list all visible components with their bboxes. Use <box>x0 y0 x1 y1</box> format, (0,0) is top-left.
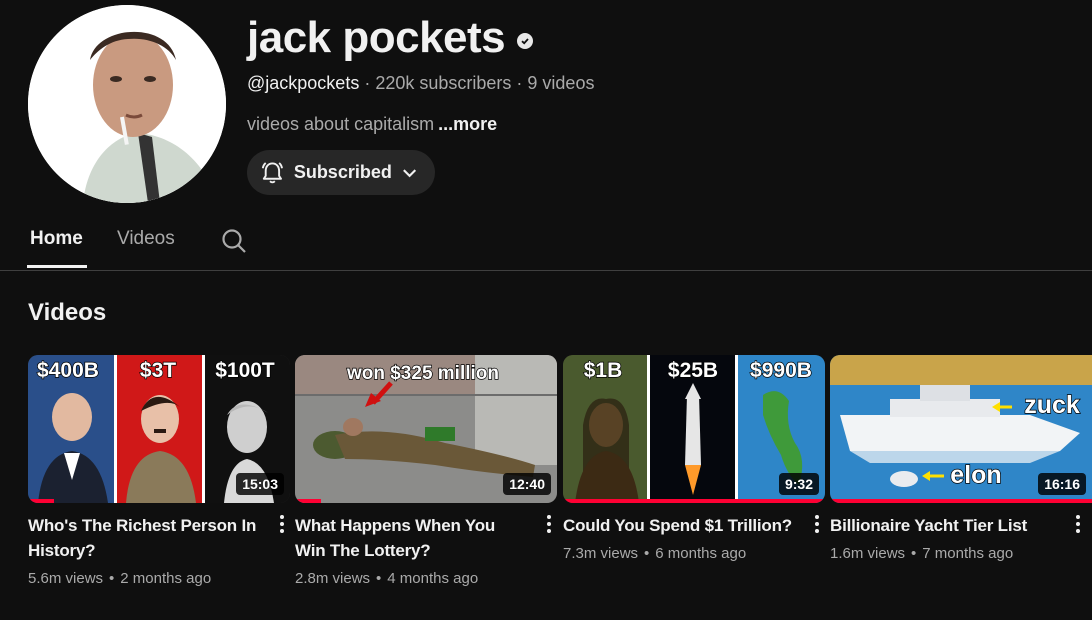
subscriber-count: 220k subscribers <box>375 73 512 93</box>
video-card[interactable]: won $325 million 12:40 What Happens When… <box>295 355 557 589</box>
watch-progress-bar <box>295 499 322 503</box>
active-tab-indicator <box>27 265 87 268</box>
upload-age: 2 months ago <box>120 570 212 587</box>
view-count: 7.3m views <box>563 545 639 562</box>
video-card[interactable]: $400B $3T $100T 15:03 Who's The Richest … <box>28 355 290 589</box>
subscribed-label: Subscribed <box>293 162 392 182</box>
video-stats: 5.6m views • 2 months ago <box>28 570 212 587</box>
channel-tabs: Home Videos <box>0 215 1092 271</box>
watch-progress-bar <box>28 499 55 503</box>
video-title[interactable]: Could You Spend $1 Trillion? <box>563 513 795 538</box>
upload-age: 4 months ago <box>387 570 479 587</box>
thumb-label-2: $3T <box>140 359 176 382</box>
section-title: Videos <box>28 299 107 326</box>
video-card[interactable]: $1B $25B $990B 9:32 Could You Spend $1 T… <box>563 355 825 564</box>
channel-name: jack pockets <box>247 13 506 62</box>
video-duration: 12:40 <box>503 473 551 495</box>
thumb-label-2: elon <box>950 461 1001 489</box>
video-duration: 9:32 <box>778 473 819 495</box>
video-stats: 1.6m views • 7 months ago <box>830 545 1014 562</box>
video-thumbnail[interactable]: $1B $25B $990B 9:32 <box>563 355 825 503</box>
video-count: 9 videos <box>527 73 595 93</box>
kebab-menu-icon[interactable] <box>807 511 827 537</box>
chevron-down-icon <box>402 168 416 177</box>
channel-meta: @jackpockets · 220k subscribers · 9 videos <box>247 73 595 93</box>
thumb-label-1: $400B <box>37 359 99 382</box>
channel-description[interactable]: videos about capitalism ...more <box>247 113 497 135</box>
video-title[interactable]: What Happens When You Win The Lottery? <box>295 513 527 563</box>
view-count: 5.6m views <box>28 570 104 587</box>
thumb-label-3: $990B <box>750 359 812 382</box>
video-duration: 15:03 <box>236 473 284 495</box>
watch-progress-bar <box>563 499 825 503</box>
tab-videos[interactable]: Videos <box>117 227 175 251</box>
thumb-label-3: $100T <box>215 359 275 382</box>
description-text: videos about capitalism <box>247 114 435 134</box>
bell-icon <box>261 161 283 183</box>
thumb-label-1: $1B <box>584 359 623 382</box>
channel-avatar[interactable] <box>28 5 226 203</box>
view-count: 1.6m views <box>830 545 906 562</box>
thumb-label-2: $25B <box>668 359 718 382</box>
more-link[interactable]: ...more <box>438 114 497 134</box>
avatar-portrait <box>28 5 226 203</box>
video-duration: 16:16 <box>1038 473 1086 495</box>
video-card[interactable]: zuck elon 16:16 Billionaire Yacht Tier L… <box>830 355 1092 564</box>
subscribed-button[interactable]: Subscribed <box>247 150 435 195</box>
view-count: 2.8m views <box>295 570 371 587</box>
channel-name-row: jack pockets <box>247 10 534 66</box>
video-thumbnail[interactable]: won $325 million 12:40 <box>295 355 557 503</box>
tab-home[interactable]: Home <box>30 227 83 251</box>
video-stats: 2.8m views • 4 months ago <box>295 570 479 587</box>
thumb-label-1: zuck <box>1024 391 1080 419</box>
verified-check-icon <box>517 33 534 49</box>
kebab-menu-icon[interactable] <box>272 511 292 537</box>
thumb-label-1: won $325 million <box>346 363 499 384</box>
search-icon[interactable] <box>220 227 248 255</box>
upload-age: 7 months ago <box>922 545 1014 562</box>
kebab-menu-icon[interactable] <box>1068 511 1088 537</box>
watch-progress-bar <box>830 499 1092 503</box>
video-thumbnail[interactable]: $400B $3T $100T 15:03 <box>28 355 290 503</box>
kebab-menu-icon[interactable] <box>539 511 559 537</box>
video-thumbnail[interactable]: zuck elon 16:16 <box>830 355 1092 503</box>
video-stats: 7.3m views • 6 months ago <box>563 545 747 562</box>
video-title[interactable]: Who's The Richest Person In History? <box>28 513 260 563</box>
channel-handle: @jackpockets <box>247 73 360 93</box>
video-title[interactable]: Billionaire Yacht Tier List <box>830 513 1062 538</box>
upload-age: 6 months ago <box>655 545 747 562</box>
